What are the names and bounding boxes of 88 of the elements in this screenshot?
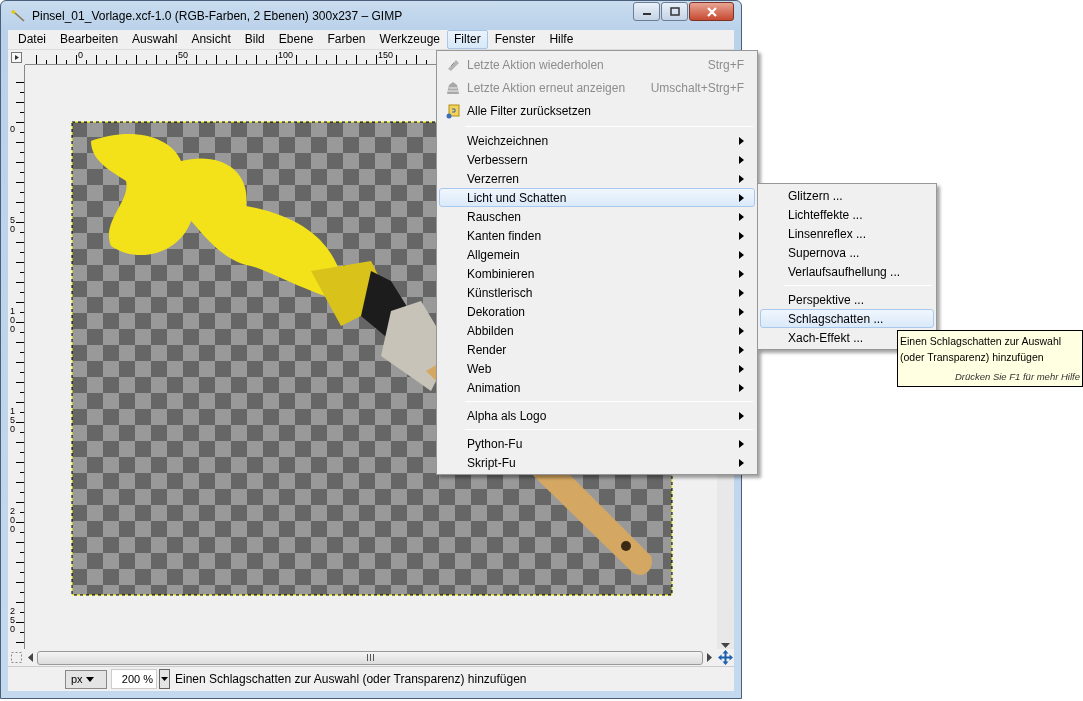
menu-item[interactable]: Bearbeiten	[53, 30, 126, 49]
scroll-left-icon[interactable]	[25, 653, 35, 662]
submenu-arrow-icon	[739, 458, 744, 467]
menu-item[interactable]: Datei	[11, 30, 53, 49]
menu-item[interactable]: Werkzeuge	[372, 30, 447, 49]
submenu-item[interactable]: Kanten finden	[439, 226, 755, 245]
menu-item[interactable]: Hilfe	[542, 30, 581, 49]
paintbrush-icon	[10, 8, 26, 23]
shortcut-label: Umschalt+Strg+F	[650, 79, 744, 97]
status-message: Einen Schlagschatten zur Auswahl (oder Transparenz) hinzufügen	[175, 671, 527, 688]
navigate-icon[interactable]	[718, 650, 733, 665]
submenu-arrow-icon	[739, 174, 744, 183]
submenu-item[interactable]: Rauschen	[439, 207, 755, 226]
submenu-arrow-icon	[739, 439, 744, 448]
ruler-label: 0	[10, 125, 15, 134]
submenu-arrow-icon	[739, 288, 744, 297]
submenu-item[interactable]: Skript-Fu	[439, 453, 755, 472]
window-title: Pinsel_01_Vorlage.xcf-1.0 (RGB-Farben, 2 Ebenen) 300x237 – GIMP	[32, 7, 403, 25]
submenu-item[interactable]: Verbessern	[439, 150, 755, 169]
tooltip-text: Einen Schlagschatten zur Auswahl (oder Transparenz) hinzufügen	[900, 334, 1063, 365]
submenu-item[interactable]: Abbilden	[439, 321, 755, 340]
submenu-item[interactable]: Künstlerisch	[439, 283, 755, 302]
ruler-label: 50	[178, 51, 188, 60]
submenu-arrow-icon	[739, 193, 744, 202]
menu-item: Letzte Aktion erneut anzeigen Umschalt+Strg+F	[439, 76, 755, 99]
close-button[interactable]	[689, 2, 734, 21]
unit-dropdown[interactable]: px	[65, 669, 107, 689]
menu-item[interactable]: Alle Filter zurücksetzen	[439, 99, 755, 122]
submenu-item[interactable]: Kombinieren	[439, 264, 755, 283]
submenu-arrow-icon	[739, 212, 744, 221]
submenu-item[interactable]: Render	[439, 340, 755, 359]
submenu-arrow-icon	[739, 307, 744, 316]
minimize-button[interactable]	[633, 2, 660, 21]
scroll-right-icon[interactable]	[705, 653, 715, 662]
menu-item[interactable]: Ansicht	[184, 30, 238, 49]
menu-item[interactable]: Schlagschatten ...	[760, 309, 934, 328]
submenu-arrow-icon	[739, 364, 744, 373]
scrollbar-thumb[interactable]	[37, 650, 703, 665]
menu-item[interactable]: Filter	[447, 30, 488, 49]
ruler-label: 150	[10, 407, 15, 434]
reset-icon	[445, 103, 461, 119]
bandage-icon	[445, 57, 461, 73]
ruler-label: 250	[10, 607, 15, 634]
tooltip-hint: Drücken Sie F1 für mehr Hilfe	[953, 371, 1080, 383]
submenu-item[interactable]: Dekoration	[439, 302, 755, 321]
submenu-arrow-icon	[739, 383, 744, 392]
submenu-item[interactable]: Licht und Schatten	[439, 188, 755, 207]
menu-item[interactable]: Ebene	[271, 30, 321, 49]
ruler-label: 200	[10, 507, 15, 534]
submenu-arrow-icon	[739, 411, 744, 420]
menu-item[interactable]: Farben	[320, 30, 373, 49]
ruler-label: 100	[10, 307, 15, 334]
submenu-arrow-icon	[739, 269, 744, 278]
menu-item[interactable]: Fenster	[487, 30, 543, 49]
maximize-button[interactable]	[661, 2, 688, 21]
submenu-arrow-icon	[739, 136, 744, 145]
caret-icon	[161, 677, 168, 681]
submenu-item[interactable]: Verzerren	[439, 169, 755, 188]
submenu-item[interactable]: Allgemein	[439, 245, 755, 264]
close-icon	[705, 6, 718, 17]
shortcut-label: Strg+F	[707, 56, 744, 74]
menu-item[interactable]: Supernova ...	[760, 243, 934, 262]
menu-item[interactable]: Bild	[237, 30, 272, 49]
submenu-arrow-icon	[739, 250, 744, 259]
maximize-icon	[669, 7, 680, 16]
zoom-field[interactable]: 200 %	[111, 669, 157, 689]
submenu-item[interactable]: Weichzeichnen	[439, 131, 755, 150]
zoom-dropdown-button[interactable]	[159, 669, 170, 689]
submenu-item[interactable]: Alpha als Logo	[439, 406, 755, 425]
ruler-label: 50	[10, 216, 15, 234]
submenu-item[interactable]: Web	[439, 359, 755, 378]
ruler-label: 0	[78, 51, 83, 60]
submenu-arrow-icon	[739, 345, 744, 354]
menu-item[interactable]: Glitzern ...	[760, 186, 934, 205]
menu-item[interactable]: Linsenreflex ...	[760, 224, 934, 243]
menu-item[interactable]: Verlaufsaufhellung ...	[760, 262, 934, 281]
menu-item[interactable]: Auswahl	[125, 30, 185, 49]
submenu-arrow-icon	[739, 326, 744, 335]
ruler-label: 100	[278, 51, 294, 60]
submenu-arrow-icon	[739, 155, 744, 164]
submenu-arrow-icon	[739, 231, 744, 240]
submenu-item[interactable]: Python-Fu	[439, 434, 755, 453]
submenu-item[interactable]: Animation	[439, 378, 755, 397]
menu-item[interactable]: Lichteffekte ...	[760, 205, 934, 224]
menu-item[interactable]: Perspektive ...	[760, 290, 934, 309]
ruler-label: 150	[378, 51, 394, 60]
caret-icon	[85, 676, 94, 682]
menu-item: Letzte Aktion wiederholen Strg+F	[439, 53, 755, 76]
